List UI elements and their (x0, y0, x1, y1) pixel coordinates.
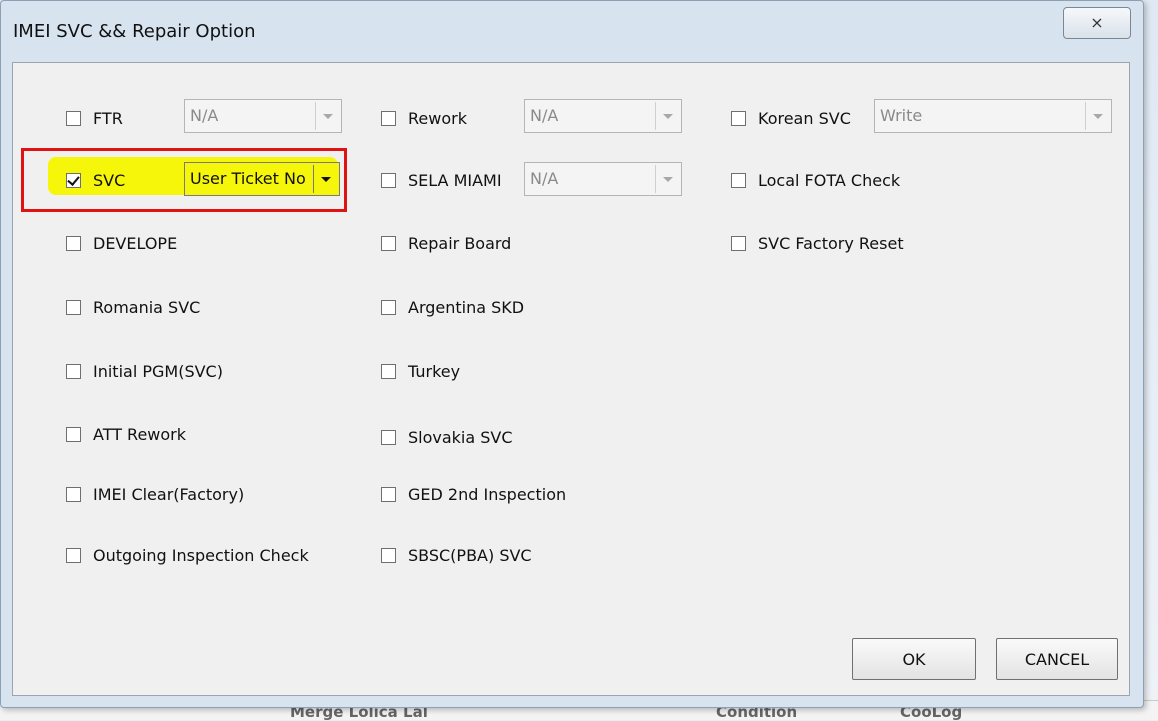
checkbox[interactable] (381, 235, 396, 251)
option-label: SBSC(PBA) SVC (408, 545, 532, 565)
sela-miami-select[interactable]: N/A (524, 162, 682, 196)
checkbox[interactable] (381, 110, 396, 126)
option-label: Local FOTA Check (758, 170, 901, 190)
checkbox[interactable] (381, 363, 396, 379)
option-label: Repair Board (408, 233, 512, 253)
option-repair-board[interactable]: Repair Board (381, 231, 511, 255)
checkbox[interactable] (381, 172, 396, 188)
option-turkey[interactable]: Turkey (381, 359, 460, 383)
chevron-down-icon (322, 113, 333, 119)
option-sbsc-pba-svc[interactable]: SBSC(PBA) SVC (381, 543, 532, 567)
title-bar[interactable]: IMEI SVC && Repair Option ⨯ (1, 1, 1143, 63)
dropdown-button[interactable] (655, 102, 679, 130)
option-ged-2nd-inspection[interactable]: GED 2nd Inspection (381, 482, 566, 506)
option-outgoing-inspection[interactable]: Outgoing Inspection Check (66, 543, 309, 567)
checkbox[interactable] (381, 429, 396, 445)
option-develope[interactable]: DEVELOPE (66, 231, 177, 255)
ok-button[interactable]: OK (852, 638, 976, 680)
option-korean-svc[interactable]: Korean SVC (731, 106, 851, 130)
option-label: Outgoing Inspection Check (93, 545, 309, 565)
cancel-label: CANCEL (1024, 649, 1090, 669)
option-att-rework[interactable]: ATT Rework (66, 422, 186, 446)
option-label: Initial PGM(SVC) (93, 361, 223, 381)
option-label: Argentina SKD (408, 297, 525, 317)
option-label: SVC Factory Reset (758, 233, 904, 253)
option-label: Turkey (408, 361, 461, 381)
ok-label: OK (902, 649, 926, 669)
select-value: Write (880, 106, 923, 125)
dropdown-button[interactable] (315, 102, 339, 130)
checkbox[interactable] (66, 235, 81, 251)
close-icon: ⨯ (1090, 13, 1104, 32)
ftr-select[interactable]: N/A (184, 99, 342, 133)
option-label: FTR (93, 108, 123, 128)
option-rework[interactable]: Rework (381, 106, 467, 130)
chevron-down-icon (662, 113, 673, 119)
select-value: N/A (530, 106, 559, 125)
option-label: ATT Rework (93, 424, 187, 444)
checkbox[interactable] (381, 547, 396, 563)
checkbox[interactable] (731, 110, 746, 126)
dropdown-button[interactable] (655, 165, 679, 193)
option-imei-clear[interactable]: IMEI Clear(Factory) (66, 482, 244, 506)
option-label: DEVELOPE (93, 233, 178, 253)
option-label: Korean SVC (758, 108, 851, 128)
checkbox[interactable] (381, 299, 396, 315)
checkbox[interactable] (66, 486, 81, 502)
close-button[interactable]: ⨯ (1063, 7, 1131, 39)
dialog-title: IMEI SVC && Repair Option (13, 21, 256, 42)
korean-svc-select[interactable]: Write (874, 99, 1112, 133)
checkbox[interactable] (66, 110, 81, 126)
checkbox[interactable] (66, 426, 81, 442)
option-label: GED 2nd Inspection (408, 484, 567, 504)
option-initial-pgm[interactable]: Initial PGM(SVC) (66, 359, 223, 383)
option-svc-factory-reset[interactable]: SVC Factory Reset (731, 231, 904, 255)
cancel-button[interactable]: CANCEL (996, 638, 1118, 680)
select-value: N/A (190, 106, 219, 125)
checkbox[interactable] (731, 235, 746, 251)
dropdown-button[interactable] (1085, 102, 1109, 130)
checkbox[interactable] (731, 172, 746, 188)
checkbox[interactable] (381, 486, 396, 502)
option-label: IMEI Clear(Factory) (93, 484, 245, 504)
option-romania-svc[interactable]: Romania SVC (66, 295, 200, 319)
checkbox[interactable] (66, 299, 81, 315)
select-value: N/A (530, 169, 559, 188)
option-ftr[interactable]: FTR (66, 106, 123, 130)
option-label: Slovakia SVC (408, 427, 513, 447)
annotation-box (21, 148, 347, 212)
option-argentina-skd[interactable]: Argentina SKD (381, 295, 524, 319)
option-label: Rework (408, 108, 467, 128)
option-label: SELA MIAMI (408, 170, 502, 190)
checkbox[interactable] (66, 547, 81, 563)
chevron-down-icon (1092, 113, 1103, 119)
rework-select[interactable]: N/A (524, 99, 682, 133)
option-local-fota-check[interactable]: Local FOTA Check (731, 168, 900, 192)
chevron-down-icon (662, 176, 673, 182)
checkbox[interactable] (66, 363, 81, 379)
option-sela-miami[interactable]: SELA MIAMI (381, 168, 502, 192)
option-slovakia-svc[interactable]: Slovakia SVC (381, 425, 513, 449)
option-label: Romania SVC (93, 297, 201, 317)
